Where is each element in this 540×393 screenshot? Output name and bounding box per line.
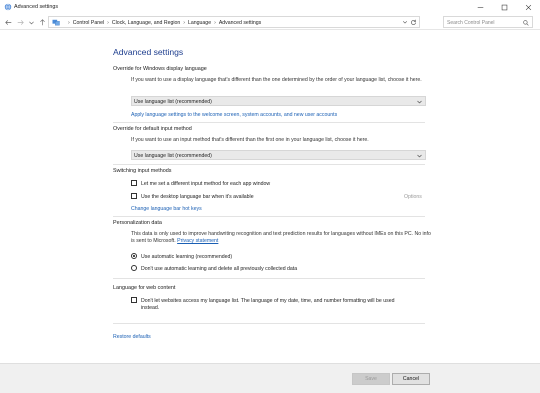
privacy-statement-link[interactable]: Privacy statement: [177, 238, 218, 244]
breadcrumb[interactable]: › Control Panel › Clock, Language, and Regi…: [48, 16, 420, 28]
divider: [113, 122, 425, 123]
display-language-select-value: Use language list (recommended): [134, 98, 212, 105]
language-globe-icon: [4, 3, 12, 11]
search-icon[interactable]: [523, 19, 529, 26]
chevron-down-icon: [417, 100, 422, 104]
minimize-button[interactable]: [468, 0, 492, 14]
web-content-label-line1: Don't let websites access my language li…: [141, 297, 395, 304]
input-method-description: If you want to use an input method that'…: [131, 137, 369, 143]
forward-button[interactable]: [15, 17, 25, 27]
back-button[interactable]: [3, 17, 13, 27]
personalization-description-text: This data is only used to improve handwr…: [131, 231, 431, 245]
input-method-heading: Override for default input method: [113, 126, 192, 132]
apply-language-settings-link[interactable]: Apply language settings to the welcome s…: [131, 112, 337, 118]
radio-dont-use-automatic-learning[interactable]: [131, 265, 137, 271]
radio-dont-use-automatic-learning-label: Don't use automatic learning and delete …: [141, 265, 298, 272]
address-dropdown-icon[interactable]: [402, 20, 408, 25]
restore-defaults-link[interactable]: Restore defaults: [113, 334, 151, 340]
address-bar: › Control Panel › Clock, Language, and Regi…: [0, 14, 540, 30]
divider: [113, 278, 425, 279]
title-bar: Advanced settings: [0, 0, 540, 14]
main-content: Advanced settings Override for Windows d…: [0, 31, 540, 362]
scrollbar[interactable]: [536, 31, 540, 362]
chevron-down-icon: [28, 21, 34, 24]
desktop-language-bar-label: Use the desktop language bar when it's a…: [141, 193, 254, 200]
refresh-icon[interactable]: [410, 19, 417, 26]
change-hot-keys-link[interactable]: Change language bar hot keys: [131, 206, 202, 212]
breadcrumb-clock-language-region[interactable]: Clock, Language, and Region: [112, 20, 180, 26]
close-icon: [525, 4, 531, 10]
language-bar-options-link: Options: [404, 194, 422, 200]
radio-use-automatic-learning[interactable]: [131, 253, 137, 259]
per-app-input-label: Let me set a different input method for …: [141, 180, 271, 187]
desktop-language-bar-checkbox[interactable]: [131, 193, 137, 199]
web-content-checkbox-row[interactable]: Don't let websites access my language li…: [131, 297, 431, 313]
personalization-heading: Personalization data: [113, 220, 162, 226]
radio-use-automatic-learning-label: Use automatic learning (recommended): [141, 253, 233, 260]
divider: [113, 323, 425, 324]
breadcrumb-control-panel[interactable]: Control Panel: [73, 20, 104, 26]
input-method-select[interactable]: Use language list (recommended): [131, 150, 426, 160]
input-method-select-value: Use language list (recommended): [134, 152, 212, 159]
breadcrumb-separator: ›: [183, 19, 185, 26]
breadcrumb-separator: ›: [107, 19, 109, 26]
up-button[interactable]: [37, 17, 47, 27]
arrow-right-icon: [17, 19, 24, 25]
web-content-checkbox[interactable]: [131, 297, 137, 303]
breadcrumb-separator: ›: [68, 19, 70, 26]
breadcrumb-advanced-settings[interactable]: Advanced settings: [219, 20, 261, 26]
display-language-select[interactable]: Use language list (recommended): [131, 96, 426, 106]
breadcrumb-separator: ›: [214, 19, 216, 26]
arrow-left-icon: [4, 19, 11, 25]
page-title: Advanced settings: [113, 47, 184, 57]
recent-locations-button[interactable]: [26, 17, 36, 27]
web-content-label: Don't let websites access my language li…: [141, 298, 431, 313]
maximize-button[interactable]: [492, 0, 516, 14]
breadcrumb-language[interactable]: Language: [188, 20, 211, 26]
switching-heading: Switching input methods: [113, 168, 172, 174]
personalization-description: This data is only used to improve handwr…: [131, 231, 431, 246]
cancel-button[interactable]: Cancel: [392, 373, 430, 385]
chevron-down-icon: [417, 154, 422, 158]
display-language-description: If you want to use a display language th…: [131, 77, 422, 83]
per-app-input-checkbox[interactable]: [131, 180, 137, 186]
arrow-up-icon: [39, 18, 45, 25]
search-input[interactable]: [447, 18, 519, 27]
maximize-icon: [501, 4, 507, 10]
divider: [113, 164, 425, 165]
web-content-heading: Language for web content: [113, 285, 176, 291]
minimize-icon: [477, 6, 483, 8]
divider: [113, 216, 425, 217]
web-content-label-line2: instead.: [141, 304, 160, 311]
footer-bar: Save Cancel: [0, 363, 540, 393]
display-language-heading: Override for Windows display language: [113, 66, 207, 72]
control-panel-icon: [52, 19, 60, 26]
search-box: [443, 16, 533, 28]
close-button[interactable]: [516, 0, 540, 14]
window-title: Advanced settings: [14, 4, 59, 10]
save-button[interactable]: Save: [352, 373, 390, 385]
